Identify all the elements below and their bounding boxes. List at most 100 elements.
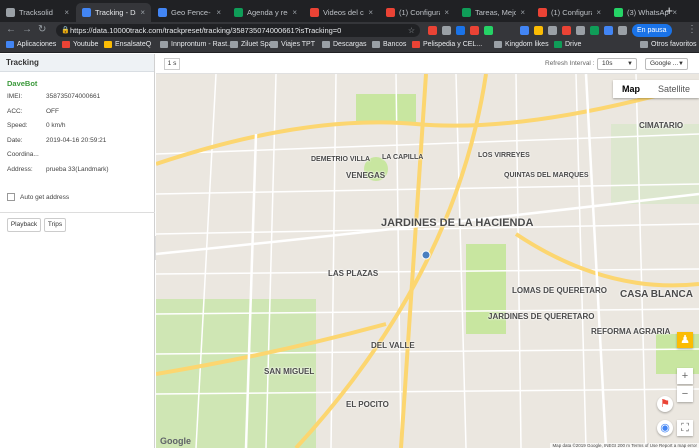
browser-tab[interactable]: Videos del can × xyxy=(304,3,379,22)
new-tab-icon[interactable]: + xyxy=(665,4,673,17)
map-provider-select[interactable]: Google ... ▼ xyxy=(645,58,688,70)
bookmark-folder-icon xyxy=(554,41,562,48)
location-icon[interactable]: ◉ xyxy=(657,420,673,436)
pegman-icon[interactable]: ♟ xyxy=(677,332,693,348)
close-tab-icon[interactable]: × xyxy=(216,8,221,17)
map-area-label: DEL VALLE xyxy=(371,341,415,350)
tab-favicon-icon xyxy=(158,8,167,17)
tab-favicon-icon xyxy=(234,8,243,17)
extension-icon[interactable] xyxy=(548,26,557,35)
browser-menu-icon[interactable]: ⋮ xyxy=(687,24,697,35)
bookmark-item[interactable]: Ziluet Spa xyxy=(230,41,273,48)
google-logo: Google xyxy=(160,436,191,446)
extension-icon[interactable] xyxy=(442,26,451,35)
forward-icon[interactable]: → xyxy=(22,24,32,35)
bookmark-item[interactable]: Innprontum - Rast... xyxy=(160,41,233,48)
zoom-out-button[interactable]: − xyxy=(677,386,693,402)
bookmark-item[interactable]: Aplicaciones xyxy=(6,41,56,48)
browser-tab[interactable]: Geo Fence- Tr × xyxy=(152,3,227,22)
map-type-control: Map Satellite xyxy=(612,80,699,98)
refresh-interval-select[interactable]: 10s ▼ xyxy=(597,58,637,70)
browser-tab[interactable]: Agenda y regis × xyxy=(228,3,303,22)
extension-icon[interactable] xyxy=(534,26,543,35)
fullscreen-icon[interactable]: ⛶ xyxy=(677,420,693,436)
extension-icon[interactable] xyxy=(456,26,465,35)
map-type-satellite-button[interactable]: Satellite xyxy=(649,80,699,98)
extension-icon[interactable] xyxy=(484,26,493,35)
bookmark-label: Pelispedia y CEL... xyxy=(423,41,483,48)
map-area-label: VENEGAS xyxy=(346,171,386,180)
map-type-map-button[interactable]: Map xyxy=(613,80,649,98)
browser-tab[interactable]: (1) Configuraci × xyxy=(532,3,607,22)
browser-tab[interactable]: Tracksolid × xyxy=(0,3,75,22)
auto-address-checkbox[interactable] xyxy=(7,193,15,201)
profile-pause-badge[interactable]: En pausa xyxy=(632,24,672,37)
extension-icon[interactable] xyxy=(428,26,437,35)
extension-icon[interactable] xyxy=(520,26,529,35)
bookmark-label: Bancos xyxy=(383,41,407,48)
bookmark-item[interactable]: Viajes TPT xyxy=(270,41,315,48)
back-icon[interactable]: ← xyxy=(6,24,16,35)
extension-icon[interactable] xyxy=(618,26,627,35)
zoom-in-button[interactable]: + xyxy=(677,368,693,384)
close-tab-icon[interactable]: × xyxy=(292,8,297,17)
tab-favicon-icon xyxy=(82,8,91,17)
bookmark-item[interactable]: Pelispedia y CEL... xyxy=(412,41,482,48)
auto-address-option[interactable]: Auto get address xyxy=(7,193,69,201)
browser-tab[interactable]: (1) Configuraci × xyxy=(380,3,455,22)
info-key: Coordina... xyxy=(7,151,39,158)
bookmark-item[interactable]: EnsalsateQ xyxy=(104,41,151,48)
refresh-interval-value: 10s xyxy=(602,60,613,67)
map-attribution: Map data ©2019 Google, INEGI 200 m Terms… xyxy=(550,443,699,448)
map-toolbar: 1 s Refresh Interval : 10s ▼ Google ... … xyxy=(156,54,699,74)
close-tab-icon[interactable]: × xyxy=(520,8,525,17)
bookmark-label: Otros favoritos xyxy=(651,41,697,48)
info-value: prueba 33(Landmark) xyxy=(46,165,109,173)
extension-icon[interactable] xyxy=(604,26,613,35)
browser-tab[interactable]: Tareas, Mejora× xyxy=(456,3,531,22)
auto-address-label: Auto get address xyxy=(20,193,70,201)
info-row: IMEI: 358735074000661 xyxy=(7,93,152,103)
extension-icon[interactable] xyxy=(576,26,585,35)
bookmark-label: Drive xyxy=(565,41,582,48)
map-area-label: REFORMA AGRARIA xyxy=(591,327,671,336)
lock-icon: 🔒 xyxy=(61,27,70,34)
close-tab-icon[interactable]: × xyxy=(368,8,373,17)
bell-icon[interactable]: ⚑ xyxy=(657,396,673,412)
device-name: DaveBot xyxy=(7,79,38,88)
map-canvas[interactable]: JARDINES DE LA HACIENDA LOMAS DE QUERETAR… xyxy=(156,74,699,448)
bookmark-item[interactable]: Drive xyxy=(554,41,581,48)
extension-icon[interactable] xyxy=(562,26,571,35)
browser-tab[interactable]: Tracking - Dav × xyxy=(76,3,151,22)
close-tab-icon[interactable]: × xyxy=(672,8,677,17)
map-area-label: DEMETRIO VILLA xyxy=(311,156,371,163)
close-tab-icon[interactable]: × xyxy=(444,8,449,17)
info-row: Date: 2019-04-16 20:59:21 xyxy=(7,137,152,147)
tab-label: Tracksolid xyxy=(19,8,53,17)
extension-icon[interactable] xyxy=(590,26,599,35)
info-key: IMEI: xyxy=(7,93,23,100)
tab-label: (3) WhatsApp xyxy=(627,8,669,17)
close-tab-icon[interactable]: × xyxy=(140,8,145,17)
bookmark-item[interactable]: Youtube xyxy=(62,41,98,48)
trips-button[interactable]: Trips xyxy=(44,218,66,232)
bookmark-label: Descargas xyxy=(333,41,367,48)
extension-icon[interactable] xyxy=(470,26,479,35)
bookmark-folder-icon xyxy=(322,41,330,48)
tab-label: Geo Fence- Tr xyxy=(171,8,212,17)
url-field[interactable]: 🔒 https://data.10000track.com/trackprese… xyxy=(56,24,420,37)
close-tab-icon[interactable]: × xyxy=(64,8,69,17)
playback-button[interactable]: Playback xyxy=(7,218,41,232)
bookmark-item[interactable]: Descargas xyxy=(322,41,366,48)
bookmark-item[interactable]: Kingdom likes xyxy=(494,41,549,48)
info-key: Date: xyxy=(7,136,23,144)
close-tab-icon[interactable]: × xyxy=(596,8,601,17)
bookmark-star-icon[interactable]: ☆ xyxy=(408,24,415,37)
bookmark-item[interactable]: Otros favoritos xyxy=(640,41,697,48)
reload-icon[interactable]: ↻ xyxy=(38,24,46,35)
device-marker xyxy=(421,250,431,260)
bookmark-folder-icon xyxy=(160,41,168,48)
bookmark-item[interactable]: Bancos xyxy=(372,41,406,48)
browser-tab-bar: Tracksolid × Tracking - Dav × Geo Fence- Tr ×… xyxy=(0,0,699,22)
bookmark-folder-icon xyxy=(230,41,238,48)
